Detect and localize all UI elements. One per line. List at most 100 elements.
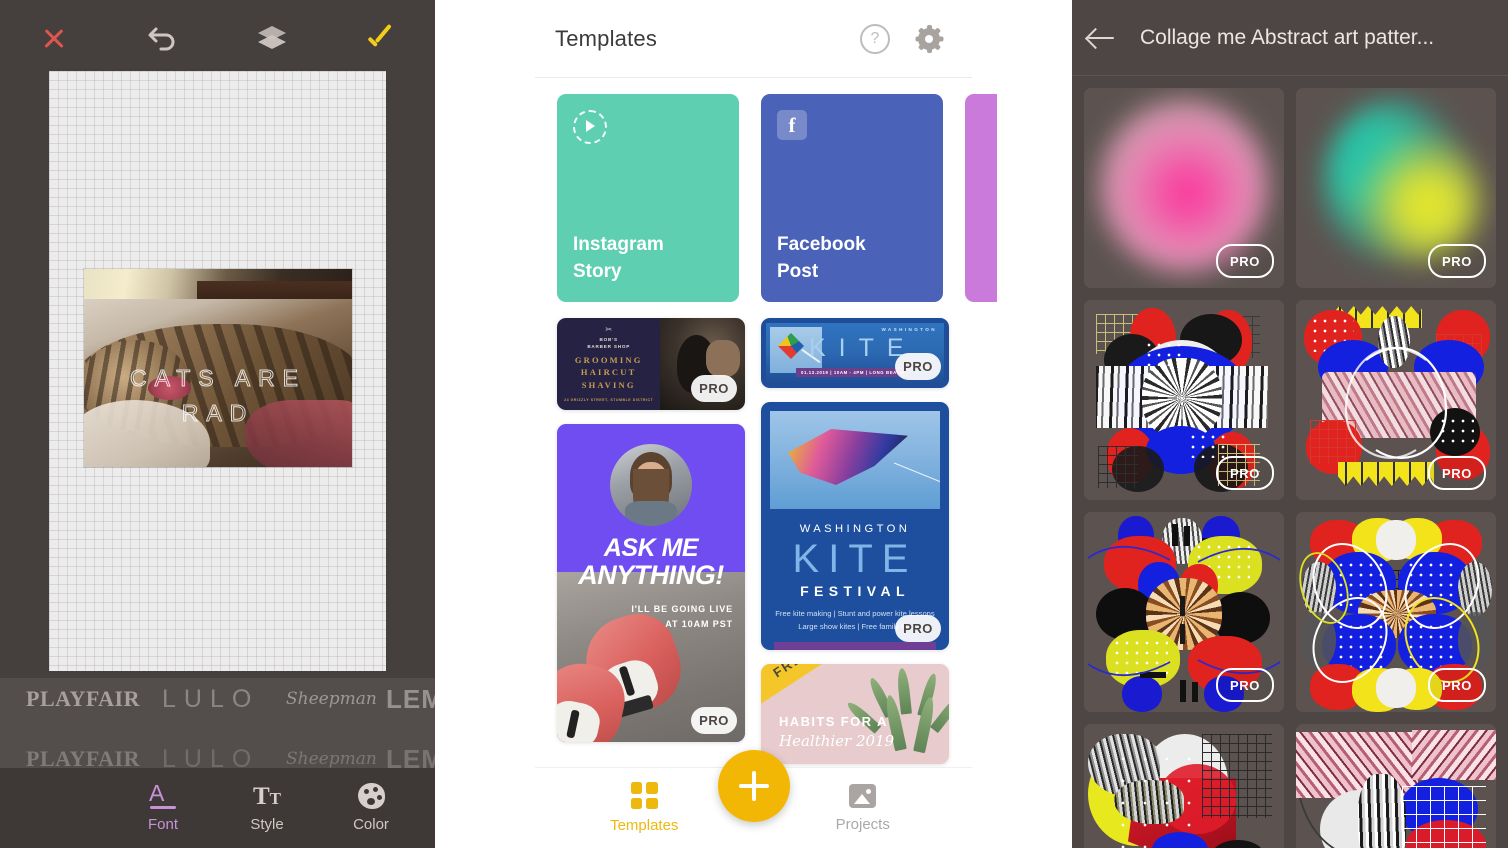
habits-line-2: Healthier 2019 bbox=[779, 732, 895, 750]
category-row: Instagram Story f Facebook Post bbox=[535, 94, 997, 302]
collage-tile-pink-gradient[interactable]: PRO bbox=[1084, 88, 1284, 288]
ama-avatar bbox=[610, 444, 692, 526]
kite-festival-festival: FESTIVAL bbox=[800, 583, 910, 599]
font-option-lulo-2[interactable]: LULO bbox=[162, 745, 282, 769]
pro-badge: PRO bbox=[1428, 668, 1486, 702]
font-row-secondary: PLAYFAIR LULO Sheepman LEMO bbox=[0, 730, 435, 769]
scissors-icon: ✂ bbox=[605, 325, 613, 335]
barber-service-2: HAIRCUT bbox=[580, 367, 637, 378]
template-card-ask-me-anything[interactable]: ASK ME ANYTHING! I'LL BE GOING LIVE AT 1… bbox=[557, 424, 745, 742]
kite-banner-details: 01.13.2019 | 10AM - 4PM | LONG BEACH bbox=[796, 368, 910, 377]
cat-photo[interactable]: CATS ARE RAD bbox=[84, 269, 352, 467]
category-label-line1: Instagram bbox=[573, 233, 664, 255]
category-label-line1-b: Facebook bbox=[777, 233, 866, 255]
collage-tile-yellow-red-grid[interactable] bbox=[1084, 724, 1284, 848]
font-option-lulo[interactable]: LULO bbox=[162, 685, 282, 714]
font-option-playfair[interactable]: PLAYFAIR bbox=[26, 686, 152, 712]
close-icon bbox=[41, 25, 67, 51]
pro-badge: PRO bbox=[1216, 456, 1274, 490]
layers-button[interactable] bbox=[218, 0, 327, 76]
barber-brand-line1: BOB'S bbox=[599, 337, 618, 343]
category-label-line2: Story bbox=[573, 261, 622, 283]
ama-headline-2: ANYTHING! bbox=[578, 560, 724, 590]
pro-badge: PRO bbox=[1428, 456, 1486, 490]
barber-services: GROOMING HAIRCUT SHAVING bbox=[575, 354, 643, 392]
image-icon bbox=[849, 783, 877, 808]
collage-grid: PRO PRO PRO PRO PRO PRO bbox=[1072, 76, 1508, 848]
category-card-label-2: Facebook Post bbox=[777, 231, 927, 286]
back-arrow-icon[interactable] bbox=[1088, 26, 1118, 50]
font-option-sheepman-2[interactable]: Sheepman bbox=[286, 749, 382, 768]
tab-style[interactable]: TT Style bbox=[215, 783, 319, 833]
facebook-icon: f bbox=[777, 110, 807, 140]
category-card-facebook-post[interactable]: f Facebook Post bbox=[761, 94, 943, 302]
canvas-text-line-1: CATS ARE bbox=[129, 365, 307, 392]
underlined-a-icon: A bbox=[149, 782, 177, 809]
pro-badge: PRO bbox=[1216, 668, 1274, 702]
template-column-left: ✂ BOB'S BARBER SHOP GROOMING HAIRCUT SHA… bbox=[557, 318, 745, 764]
collage-header: Collage me Abstract art patter... bbox=[1072, 0, 1508, 76]
editor-bottom-bar: A Font TT Style Color bbox=[0, 768, 435, 848]
tab-style-label: Style bbox=[250, 816, 284, 833]
collage-tile-yellow-red[interactable]: PRO bbox=[1084, 512, 1284, 712]
tab-font-label: Font bbox=[147, 816, 178, 833]
kite-festival-photo bbox=[770, 411, 940, 509]
template-column-right: WASHINGTON KITE 01.13.2019 | 10AM - 4PM … bbox=[761, 318, 949, 764]
confirm-button[interactable] bbox=[326, 0, 435, 76]
kite-festival-band-1: JANUARY 13, 2019 | 10AM - 4PM bbox=[774, 648, 936, 650]
create-new-button[interactable] bbox=[717, 750, 790, 822]
template-card-kite-banner[interactable]: WASHINGTON KITE 01.13.2019 | 10AM - 4PM … bbox=[761, 318, 949, 388]
tab-templates-label: Templates bbox=[610, 817, 679, 834]
collage-tile-blue-red[interactable]: PRO bbox=[1084, 300, 1284, 500]
tab-font[interactable]: A Font bbox=[111, 782, 215, 834]
screenshot-root: CATS ARE RAD PLAYFAIR LULO Sheepman LEMO… bbox=[0, 0, 1508, 848]
text-style-icon: TT bbox=[252, 783, 282, 810]
editor-canvas[interactable]: CATS ARE RAD bbox=[49, 71, 386, 671]
text-editor-panel: CATS ARE RAD PLAYFAIR LULO Sheepman LEMO… bbox=[0, 0, 435, 848]
template-masonry: ✂ BOB'S BARBER SHOP GROOMING HAIRCUT SHA… bbox=[535, 318, 972, 764]
font-option-playfair-2[interactable]: PLAYFAIR bbox=[26, 746, 152, 768]
tab-color-label: Color bbox=[353, 816, 389, 833]
pro-badge: PRO bbox=[895, 615, 941, 642]
barber-address: 24 GRIZZLY STREET, STUMBLE DISTRICT bbox=[564, 397, 654, 402]
layers-icon bbox=[257, 26, 286, 49]
font-option-lemon-2[interactable]: LEMO bbox=[386, 744, 435, 769]
collage-tile-pink-marble[interactable]: PRO bbox=[1296, 300, 1496, 500]
templates-header: Templates ? bbox=[535, 0, 972, 78]
template-card-habits[interactable]: FREE HABITS FOR A Healthier 2019 bbox=[761, 664, 949, 764]
help-icon[interactable]: ? bbox=[860, 23, 890, 54]
palette-icon bbox=[357, 783, 385, 809]
check-icon bbox=[366, 23, 396, 53]
header-actions: ? bbox=[860, 23, 943, 54]
barber-service-1: GROOMING bbox=[574, 354, 643, 365]
story-play-icon bbox=[573, 110, 607, 144]
collage-tile-blue-yellow[interactable]: PRO bbox=[1296, 512, 1496, 712]
kite-festival-band: JANUARY 13, 2019 | 10AM - 4PM LONG BEACH… bbox=[774, 642, 936, 650]
template-card-barber-shop[interactable]: ✂ BOB'S BARBER SHOP GROOMING HAIRCUT SHA… bbox=[557, 318, 745, 410]
font-option-lemon[interactable]: LEMO bbox=[386, 684, 435, 715]
collage-tile-pink-blue-grid[interactable] bbox=[1296, 724, 1496, 848]
category-card-instagram-story[interactable]: Instagram Story bbox=[557, 94, 739, 302]
template-card-kite-festival[interactable]: WASHINGTON KITE FESTIVAL Free kite makin… bbox=[761, 402, 949, 650]
habits-line-1: HABITS FOR A bbox=[779, 714, 888, 729]
gear-icon[interactable] bbox=[915, 24, 943, 53]
collage-title: Collage me Abstract art patter... bbox=[1140, 25, 1435, 49]
close-button[interactable] bbox=[0, 0, 109, 76]
templates-scroll-area[interactable]: Instagram Story f Facebook Post ✂ BOB'S … bbox=[535, 78, 997, 794]
barber-left: ✂ BOB'S BARBER SHOP GROOMING HAIRCUT SHA… bbox=[557, 318, 661, 410]
kite-festival-washington: WASHINGTON bbox=[799, 523, 911, 535]
canvas-text-line-2: RAD bbox=[181, 400, 255, 427]
canvas-text-overlay[interactable]: CATS ARE RAD bbox=[84, 269, 352, 467]
page-title: Templates bbox=[555, 25, 658, 51]
tab-color[interactable]: Color bbox=[319, 783, 423, 833]
category-label-line2-b: Post bbox=[777, 261, 819, 283]
tab-projects-label: Projects bbox=[835, 815, 890, 833]
category-card-next-peek[interactable] bbox=[965, 94, 997, 302]
font-option-sheepman[interactable]: Sheepman bbox=[286, 689, 382, 709]
habits-ribbon-label: FREE bbox=[770, 664, 814, 680]
barber-service-3: SHAVING bbox=[581, 380, 636, 391]
undo-button[interactable] bbox=[109, 0, 218, 76]
collage-tile-teal-gradient[interactable]: PRO bbox=[1296, 88, 1496, 288]
font-picker-strip[interactable]: PLAYFAIR LULO Sheepman LEMO PLAYFAIR LUL… bbox=[0, 678, 435, 768]
ama-headline-1: ASK ME bbox=[603, 534, 699, 562]
